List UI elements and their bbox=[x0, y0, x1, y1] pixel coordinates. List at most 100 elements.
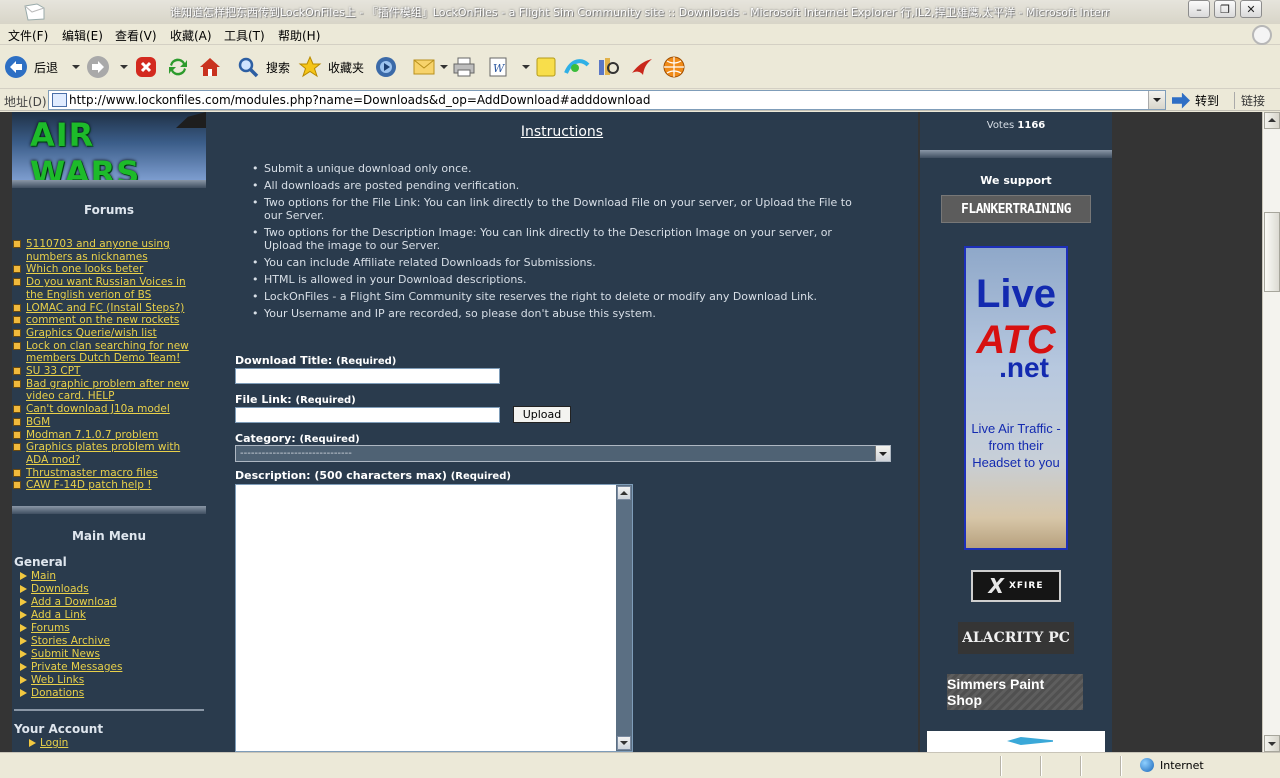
menu-file[interactable]: 文件(F) bbox=[8, 27, 48, 44]
address-url[interactable]: http://www.lockonfiles.com/modules.php?n… bbox=[69, 93, 650, 107]
mail-dropdown-icon[interactable] bbox=[440, 65, 448, 69]
forum-topic-link[interactable]: Can't download J10a model bbox=[13, 403, 205, 416]
menu-link-downloads[interactable]: Downloads bbox=[20, 583, 200, 596]
liveatc-banner[interactable]: Live ATC .net Live Air Traffic -from the… bbox=[964, 246, 1068, 550]
right-block-bar bbox=[920, 150, 1112, 158]
plugin-button[interactable] bbox=[662, 54, 686, 80]
media-button[interactable] bbox=[374, 54, 398, 80]
menu-view[interactable]: 查看(V) bbox=[115, 27, 157, 44]
menu-link-stories-archive[interactable]: Stories Archive bbox=[20, 635, 200, 648]
edit-dropdown-icon[interactable] bbox=[522, 65, 530, 69]
forum-topic-link[interactable]: comment on the new rockets bbox=[13, 314, 205, 327]
menu-link-add-download[interactable]: Add a Download bbox=[20, 596, 200, 609]
menu-link-login[interactable]: Login bbox=[29, 737, 209, 750]
flankertraining-banner[interactable]: FLANKERTRAINING bbox=[941, 195, 1091, 223]
alacrity-pc-banner[interactable]: ALACRITY PC bbox=[958, 622, 1074, 654]
main-content: Instructions Submit a unique download on… bbox=[206, 112, 918, 752]
file-link-input[interactable] bbox=[235, 407, 500, 423]
status-bar: Internet bbox=[0, 752, 1280, 778]
forum-topic-link[interactable]: Do you want Russian Voices in the Englis… bbox=[13, 276, 205, 301]
forum-topic-link[interactable]: Which one looks beter bbox=[13, 263, 205, 276]
minimize-button[interactable]: – bbox=[1188, 0, 1210, 18]
messenger-button[interactable] bbox=[564, 54, 590, 80]
instruction-item: Submit a unique download only once. bbox=[252, 162, 870, 175]
description-textarea[interactable] bbox=[235, 484, 633, 752]
menu-link-web-links[interactable]: Web Links bbox=[20, 674, 200, 687]
zone-label: Internet bbox=[1160, 758, 1204, 772]
edit-button[interactable]: W bbox=[486, 54, 530, 80]
menu-edit[interactable]: 编辑(E) bbox=[62, 27, 103, 44]
go-arrow-icon bbox=[1172, 92, 1190, 109]
menu-link-donations[interactable]: Donations bbox=[20, 687, 200, 700]
menu-arrow-icon bbox=[20, 572, 27, 580]
textarea-scrollbar[interactable] bbox=[616, 485, 632, 751]
back-button[interactable]: 后退 bbox=[4, 54, 81, 80]
forum-topic-link[interactable]: SU 33 CPT bbox=[13, 365, 205, 378]
menu-link-submit-news[interactable]: Submit News bbox=[20, 648, 200, 661]
page-scroll-down-button[interactable] bbox=[1264, 735, 1280, 752]
search-button[interactable]: 搜索 bbox=[236, 54, 290, 80]
airline-banner[interactable] bbox=[927, 731, 1105, 752]
page-scroll-thumb[interactable] bbox=[1264, 212, 1280, 292]
go-button[interactable]: 转到 bbox=[1172, 92, 1219, 109]
forward-button[interactable] bbox=[86, 54, 128, 80]
site-logo[interactable]: AIR WARS bbox=[12, 112, 206, 180]
instruction-item: All downloads are posted pending verific… bbox=[252, 179, 870, 192]
right-sidebar: Votes 1166 We support FLANKERTRAINING Li… bbox=[920, 112, 1112, 752]
go-label: 转到 bbox=[1195, 94, 1220, 108]
notes-button[interactable] bbox=[534, 54, 558, 80]
mail-button[interactable] bbox=[412, 54, 448, 80]
instruction-item: Your Username and IP are recorded, so pl… bbox=[252, 307, 870, 320]
forum-topic-link[interactable]: LOMAC and FC (Install Steps?) bbox=[13, 302, 205, 315]
simmers-paint-shop-banner[interactable]: Simmers Paint Shop bbox=[947, 674, 1083, 710]
research-button[interactable] bbox=[596, 54, 620, 80]
plugin-globe-icon bbox=[663, 56, 685, 78]
topic-bullet-icon bbox=[13, 481, 21, 490]
page-scrollbar[interactable] bbox=[1262, 112, 1280, 752]
arrow-up-icon bbox=[1268, 118, 1276, 122]
address-input[interactable]: http://www.lockonfiles.com/modules.php?n… bbox=[48, 90, 1166, 110]
refresh-button[interactable] bbox=[166, 54, 190, 80]
menu-help[interactable]: 帮助(H) bbox=[278, 27, 320, 44]
stop-button[interactable] bbox=[134, 54, 158, 80]
forum-topic-link[interactable]: Graphics plates problem with ADA mod? bbox=[13, 441, 205, 466]
forum-topic-link[interactable]: CAW F-14D patch help ! bbox=[13, 479, 205, 492]
scroll-up-button[interactable] bbox=[617, 486, 631, 500]
forward-dropdown-icon[interactable] bbox=[120, 65, 128, 69]
home-button[interactable] bbox=[198, 54, 222, 80]
favorites-button[interactable]: 收藏夹 bbox=[298, 54, 364, 80]
menu-favorites[interactable]: 收藏(A) bbox=[170, 27, 212, 44]
menu-link-main[interactable]: Main bbox=[20, 570, 200, 583]
upload-button[interactable]: Upload bbox=[513, 406, 571, 423]
forum-topic-link[interactable]: BGM bbox=[13, 416, 205, 429]
scroll-down-button[interactable] bbox=[617, 736, 631, 750]
forum-topic-link[interactable]: Modman 7.1.0.7 problem bbox=[13, 429, 205, 442]
menu-tools[interactable]: 工具(T) bbox=[224, 27, 265, 44]
topic-bullet-icon bbox=[13, 405, 21, 414]
close-button[interactable]: ✕ bbox=[1240, 0, 1262, 18]
menu-link-forums[interactable]: Forums bbox=[20, 622, 200, 635]
forum-topic-link[interactable]: Graphics Querie/wish list bbox=[13, 327, 205, 340]
category-select[interactable]: ------------------------------- bbox=[235, 445, 891, 462]
links-button[interactable]: 链接 bbox=[1234, 92, 1265, 109]
back-dropdown-icon[interactable] bbox=[72, 65, 81, 69]
forum-topic-link[interactable]: 5110703 and anyone using numbers as nick… bbox=[13, 238, 205, 263]
forum-topic-link[interactable]: Thrustmaster macro files bbox=[13, 467, 205, 480]
forum-topic-link[interactable]: Lock on clan searching for new members D… bbox=[13, 340, 205, 365]
main-menu-block-bar bbox=[12, 506, 206, 514]
menu-link-add-link[interactable]: Add a Link bbox=[20, 609, 200, 622]
address-dropdown-button[interactable] bbox=[1148, 91, 1165, 109]
print-icon bbox=[453, 57, 475, 77]
download-title-input[interactable] bbox=[235, 368, 500, 384]
flashget-button[interactable] bbox=[630, 54, 654, 80]
page-scroll-up-button[interactable] bbox=[1264, 112, 1280, 129]
browser-window: 谁知道怎样把东西传到LockOnFiles上 - 『插件模组』LockOnFil… bbox=[0, 0, 1280, 778]
forum-topic-link[interactable]: Bad graphic problem after new video card… bbox=[13, 378, 205, 403]
menu-link-private-messages[interactable]: Private Messages bbox=[20, 661, 200, 674]
xfire-banner[interactable]: X XFIRE bbox=[971, 570, 1061, 602]
chevron-down-icon[interactable] bbox=[875, 446, 890, 461]
print-button[interactable] bbox=[452, 54, 476, 80]
maximize-button[interactable]: ❐ bbox=[1214, 0, 1236, 18]
arrow-down-icon bbox=[620, 741, 628, 745]
file-link-label: File Link: (Required) bbox=[235, 393, 356, 406]
